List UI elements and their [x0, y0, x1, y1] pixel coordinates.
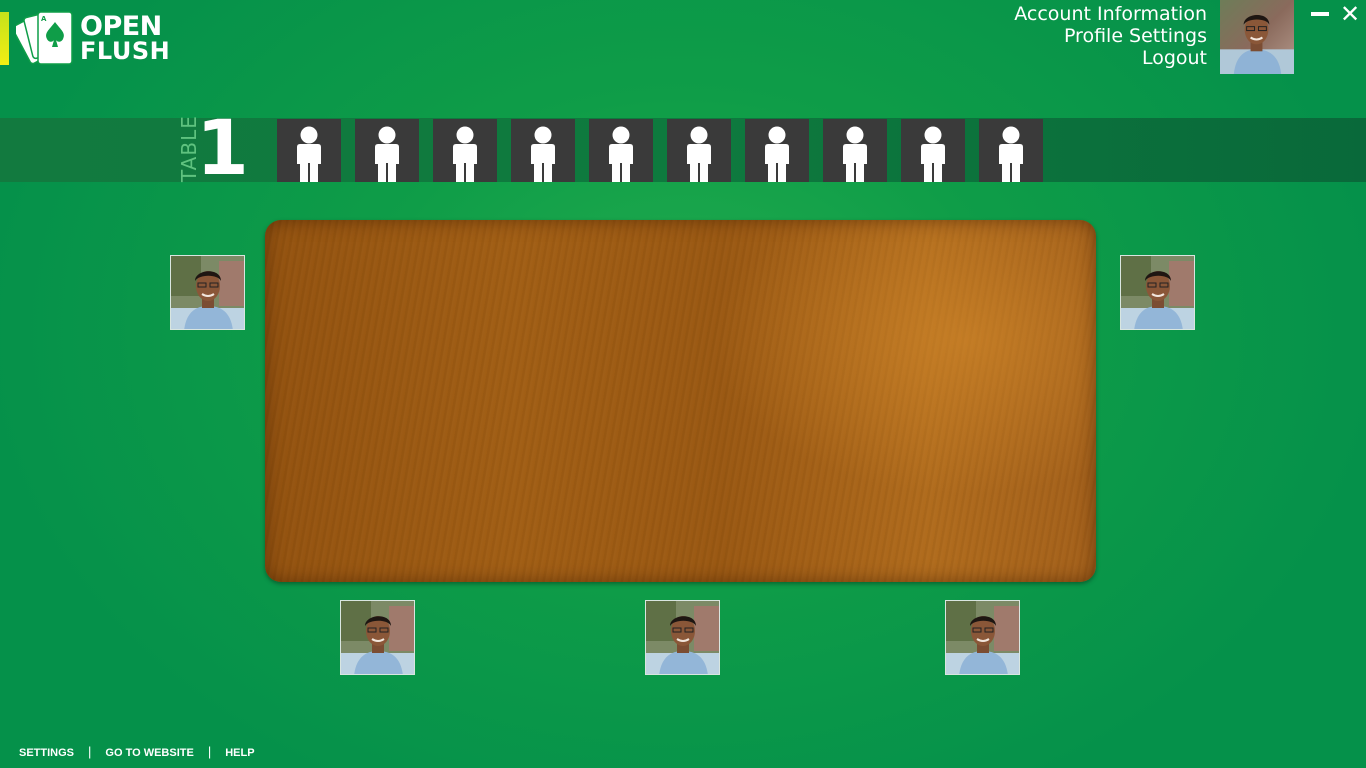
player-avatar-bottom-left[interactable]: [340, 600, 415, 675]
seat-slot-10[interactable]: [979, 119, 1043, 182]
accent-strip: [0, 12, 9, 65]
person-icon: [843, 126, 867, 182]
game-table[interactable]: [265, 220, 1096, 582]
seat-slot-2[interactable]: [355, 119, 419, 182]
table-number: 1: [196, 103, 249, 192]
seat-slot-7[interactable]: [745, 119, 809, 182]
person-icon: [297, 126, 321, 182]
player-photo-icon: [341, 601, 414, 674]
player-avatar-right[interactable]: [1120, 255, 1195, 330]
seat-slot-4[interactable]: [511, 119, 575, 182]
user-photo-icon: [1220, 0, 1294, 74]
seat-slot-3[interactable]: [433, 119, 497, 182]
player-photo-icon: [1121, 256, 1194, 329]
help-link[interactable]: HELP: [225, 747, 254, 759]
playing-cards-logo-icon: A: [16, 10, 73, 65]
person-icon: [687, 126, 711, 182]
player-photo-icon: [171, 256, 244, 329]
person-icon: [453, 126, 477, 182]
user-avatar[interactable]: [1220, 0, 1294, 74]
player-photo-icon: [946, 601, 1019, 674]
seat-slot-5[interactable]: [589, 119, 653, 182]
footer-separator: |: [207, 744, 212, 759]
open-flush-logo[interactable]: A OPEN FLUSH: [16, 8, 170, 70]
person-icon: [921, 126, 945, 182]
settings-link[interactable]: SETTINGS: [19, 747, 74, 759]
go-to-website-link[interactable]: GO TO WEBSITE: [105, 747, 193, 759]
account-information-link[interactable]: Account Information: [1014, 3, 1207, 25]
logout-link[interactable]: Logout: [1014, 47, 1207, 69]
svg-text:A: A: [41, 15, 47, 23]
seat-slot-1[interactable]: [277, 119, 341, 182]
person-icon: [609, 126, 633, 182]
profile-settings-link[interactable]: Profile Settings: [1014, 25, 1207, 47]
account-menu: Account Information Profile Settings Log…: [1014, 3, 1207, 69]
minimize-button[interactable]: [1308, 2, 1332, 26]
footer-separator: |: [88, 744, 92, 759]
footer-links: SETTINGS | GO TO WEBSITE | HELP: [19, 744, 255, 759]
player-avatar-bottom-right[interactable]: [945, 600, 1020, 675]
logo-text-flush: FLUSH: [80, 37, 171, 65]
close-icon: ✕: [1339, 0, 1361, 28]
player-avatar-bottom-center[interactable]: [645, 600, 720, 675]
seat-slot-8[interactable]: [823, 119, 887, 182]
player-avatar-left[interactable]: [170, 255, 245, 330]
player-photo-icon: [646, 601, 719, 674]
person-icon: [999, 126, 1023, 182]
close-button[interactable]: ✕: [1338, 2, 1362, 26]
person-icon: [765, 126, 789, 182]
seat-slot-9[interactable]: [901, 119, 965, 182]
person-icon: [375, 126, 399, 182]
logo-text-open: OPEN: [80, 11, 162, 42]
seat-slot-6[interactable]: [667, 119, 731, 182]
person-icon: [531, 126, 555, 182]
